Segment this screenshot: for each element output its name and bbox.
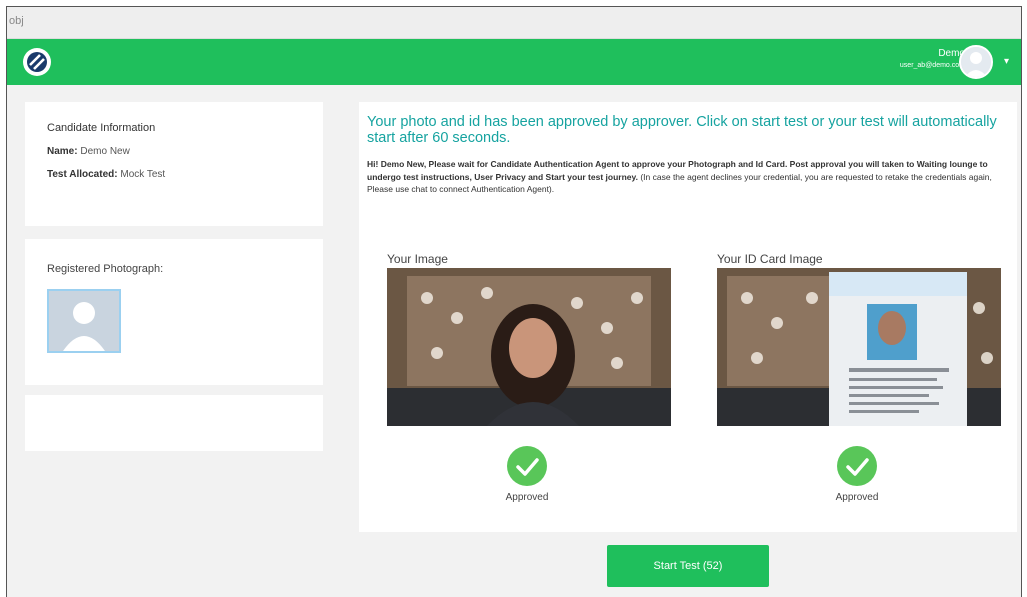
registered-photo-heading: Registered Photograph: — [47, 263, 164, 275]
user-email: user_ab@demo.com — [899, 62, 965, 69]
candidate-info-heading: Candidate Information — [47, 122, 156, 134]
candidate-name-label: Name: — [47, 146, 78, 157]
id-card-approved-check-icon — [837, 446, 877, 486]
your-image-status: Approved — [505, 492, 549, 503]
test-allocated-value: Mock Test — [120, 169, 166, 180]
start-test-button[interactable]: Start Test (52) — [607, 545, 769, 587]
candidate-name-row: Name: Demo New — [47, 146, 301, 157]
id-card-image-label: Your ID Card Image — [717, 252, 823, 266]
id-card-photo — [717, 268, 1001, 426]
candidate-info-card: Candidate Information Name: Demo New Tes… — [25, 102, 323, 226]
registered-photo-card: Registered Photograph: — [25, 239, 323, 385]
user-name: Demo — [938, 48, 965, 59]
brand-logo-icon[interactable] — [23, 48, 51, 76]
user-avatar-icon[interactable] — [959, 45, 993, 79]
candidate-name-value: Demo New — [80, 146, 130, 157]
approval-card: Your photo and id has been approved by a… — [359, 102, 1017, 532]
test-allocated-label: Test Allocated: — [47, 169, 118, 180]
empty-side-card — [25, 395, 323, 451]
your-image-approved-check-icon — [507, 446, 547, 486]
browser-tab-bar: obj — [7, 7, 1021, 39]
id-card-status: Approved — [835, 492, 879, 503]
user-menu-text[interactable]: Demo user_ab@demo.com — [900, 47, 965, 71]
browser-window: obj Demo user_ab@demo.com ▾ Candidate In… — [6, 6, 1022, 597]
your-image-photo — [387, 268, 671, 426]
test-allocated-row: Test Allocated: Mock Test — [47, 169, 301, 180]
your-image-label: Your Image — [387, 252, 448, 266]
top-navbar: Demo user_ab@demo.com ▾ — [7, 39, 1021, 85]
registered-photo-placeholder-icon — [47, 289, 121, 353]
chevron-down-icon[interactable]: ▾ — [1004, 56, 1009, 67]
approval-title: Your photo and id has been approved by a… — [367, 114, 997, 146]
approval-description: Hi! Demo New, Please wait for Candidate … — [367, 158, 1005, 196]
browser-tab-label[interactable]: obj — [9, 15, 24, 27]
